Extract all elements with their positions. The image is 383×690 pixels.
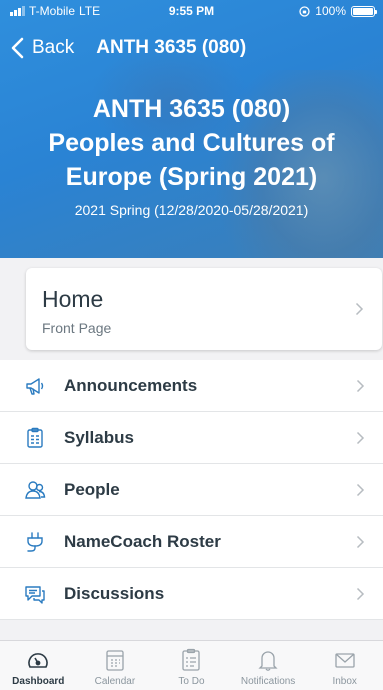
course-menu: Announcements Syllabus People NameCoach … bbox=[0, 360, 383, 620]
menu-item-people[interactable]: People bbox=[0, 464, 383, 516]
home-title: Home bbox=[42, 286, 104, 312]
menu-item-label: Syllabus bbox=[64, 427, 134, 447]
chevron-right-icon bbox=[356, 535, 365, 549]
chevron-right-icon bbox=[356, 483, 365, 497]
battery-icon bbox=[351, 5, 377, 17]
nav-title: ANTH 3635 (080) bbox=[96, 37, 247, 58]
bell-icon bbox=[255, 647, 281, 673]
course-term: 2021 Spring (12/28/2020-05/28/2021) bbox=[74, 202, 309, 218]
menu-item-announcements[interactable]: Announcements bbox=[0, 360, 383, 412]
clipboard-icon bbox=[24, 427, 46, 449]
chevron-right-icon bbox=[356, 379, 365, 393]
chevron-right-icon bbox=[356, 587, 365, 601]
menu-item-discussions[interactable]: Discussions bbox=[0, 568, 383, 620]
chat-icon bbox=[24, 583, 46, 605]
chevron-left-icon bbox=[11, 37, 24, 59]
back-label: Back bbox=[32, 37, 75, 58]
back-button[interactable]: Back bbox=[10, 37, 74, 59]
menu-item-namecoach-roster[interactable]: NameCoach Roster bbox=[0, 516, 383, 568]
home-subtitle: Front Page bbox=[42, 320, 112, 336]
tab-todo[interactable]: To Do bbox=[153, 641, 230, 690]
tab-inbox[interactable]: Inbox bbox=[306, 641, 383, 690]
menu-item-label: Discussions bbox=[64, 583, 165, 603]
tab-bar: Dashboard Calendar To Do Notifications I… bbox=[0, 640, 383, 690]
menu-item-syllabus[interactable]: Syllabus bbox=[0, 412, 383, 464]
course-header: T-Mobile LTE 9:55 PM 100% Back ANTH 3635… bbox=[0, 0, 383, 258]
dashboard-icon bbox=[25, 647, 51, 673]
tab-dashboard[interactable]: Dashboard bbox=[0, 641, 77, 690]
home-card[interactable]: Home Front Page bbox=[26, 268, 382, 350]
rotation-lock-icon bbox=[299, 5, 310, 17]
status-bar: T-Mobile LTE 9:55 PM 100% bbox=[0, 0, 383, 22]
tab-notifications[interactable]: Notifications bbox=[230, 641, 307, 690]
navigation-bar: Back ANTH 3635 (080) bbox=[0, 30, 383, 66]
todo-icon bbox=[178, 647, 204, 673]
mail-icon bbox=[332, 647, 358, 673]
calendar-icon bbox=[102, 647, 128, 673]
people-icon bbox=[24, 479, 46, 501]
tab-calendar[interactable]: Calendar bbox=[77, 641, 154, 690]
menu-item-label: NameCoach Roster bbox=[64, 531, 221, 551]
menu-item-label: People bbox=[64, 479, 120, 499]
menu-item-label: Announcements bbox=[64, 375, 198, 395]
megaphone-icon bbox=[24, 375, 46, 397]
chevron-right-icon bbox=[355, 302, 364, 316]
course-title: ANTH 3635 (080) Peoples and Cultures of … bbox=[48, 95, 335, 191]
plug-icon bbox=[24, 531, 46, 553]
chevron-right-icon bbox=[356, 431, 365, 445]
battery-percent: 100% bbox=[315, 4, 346, 18]
